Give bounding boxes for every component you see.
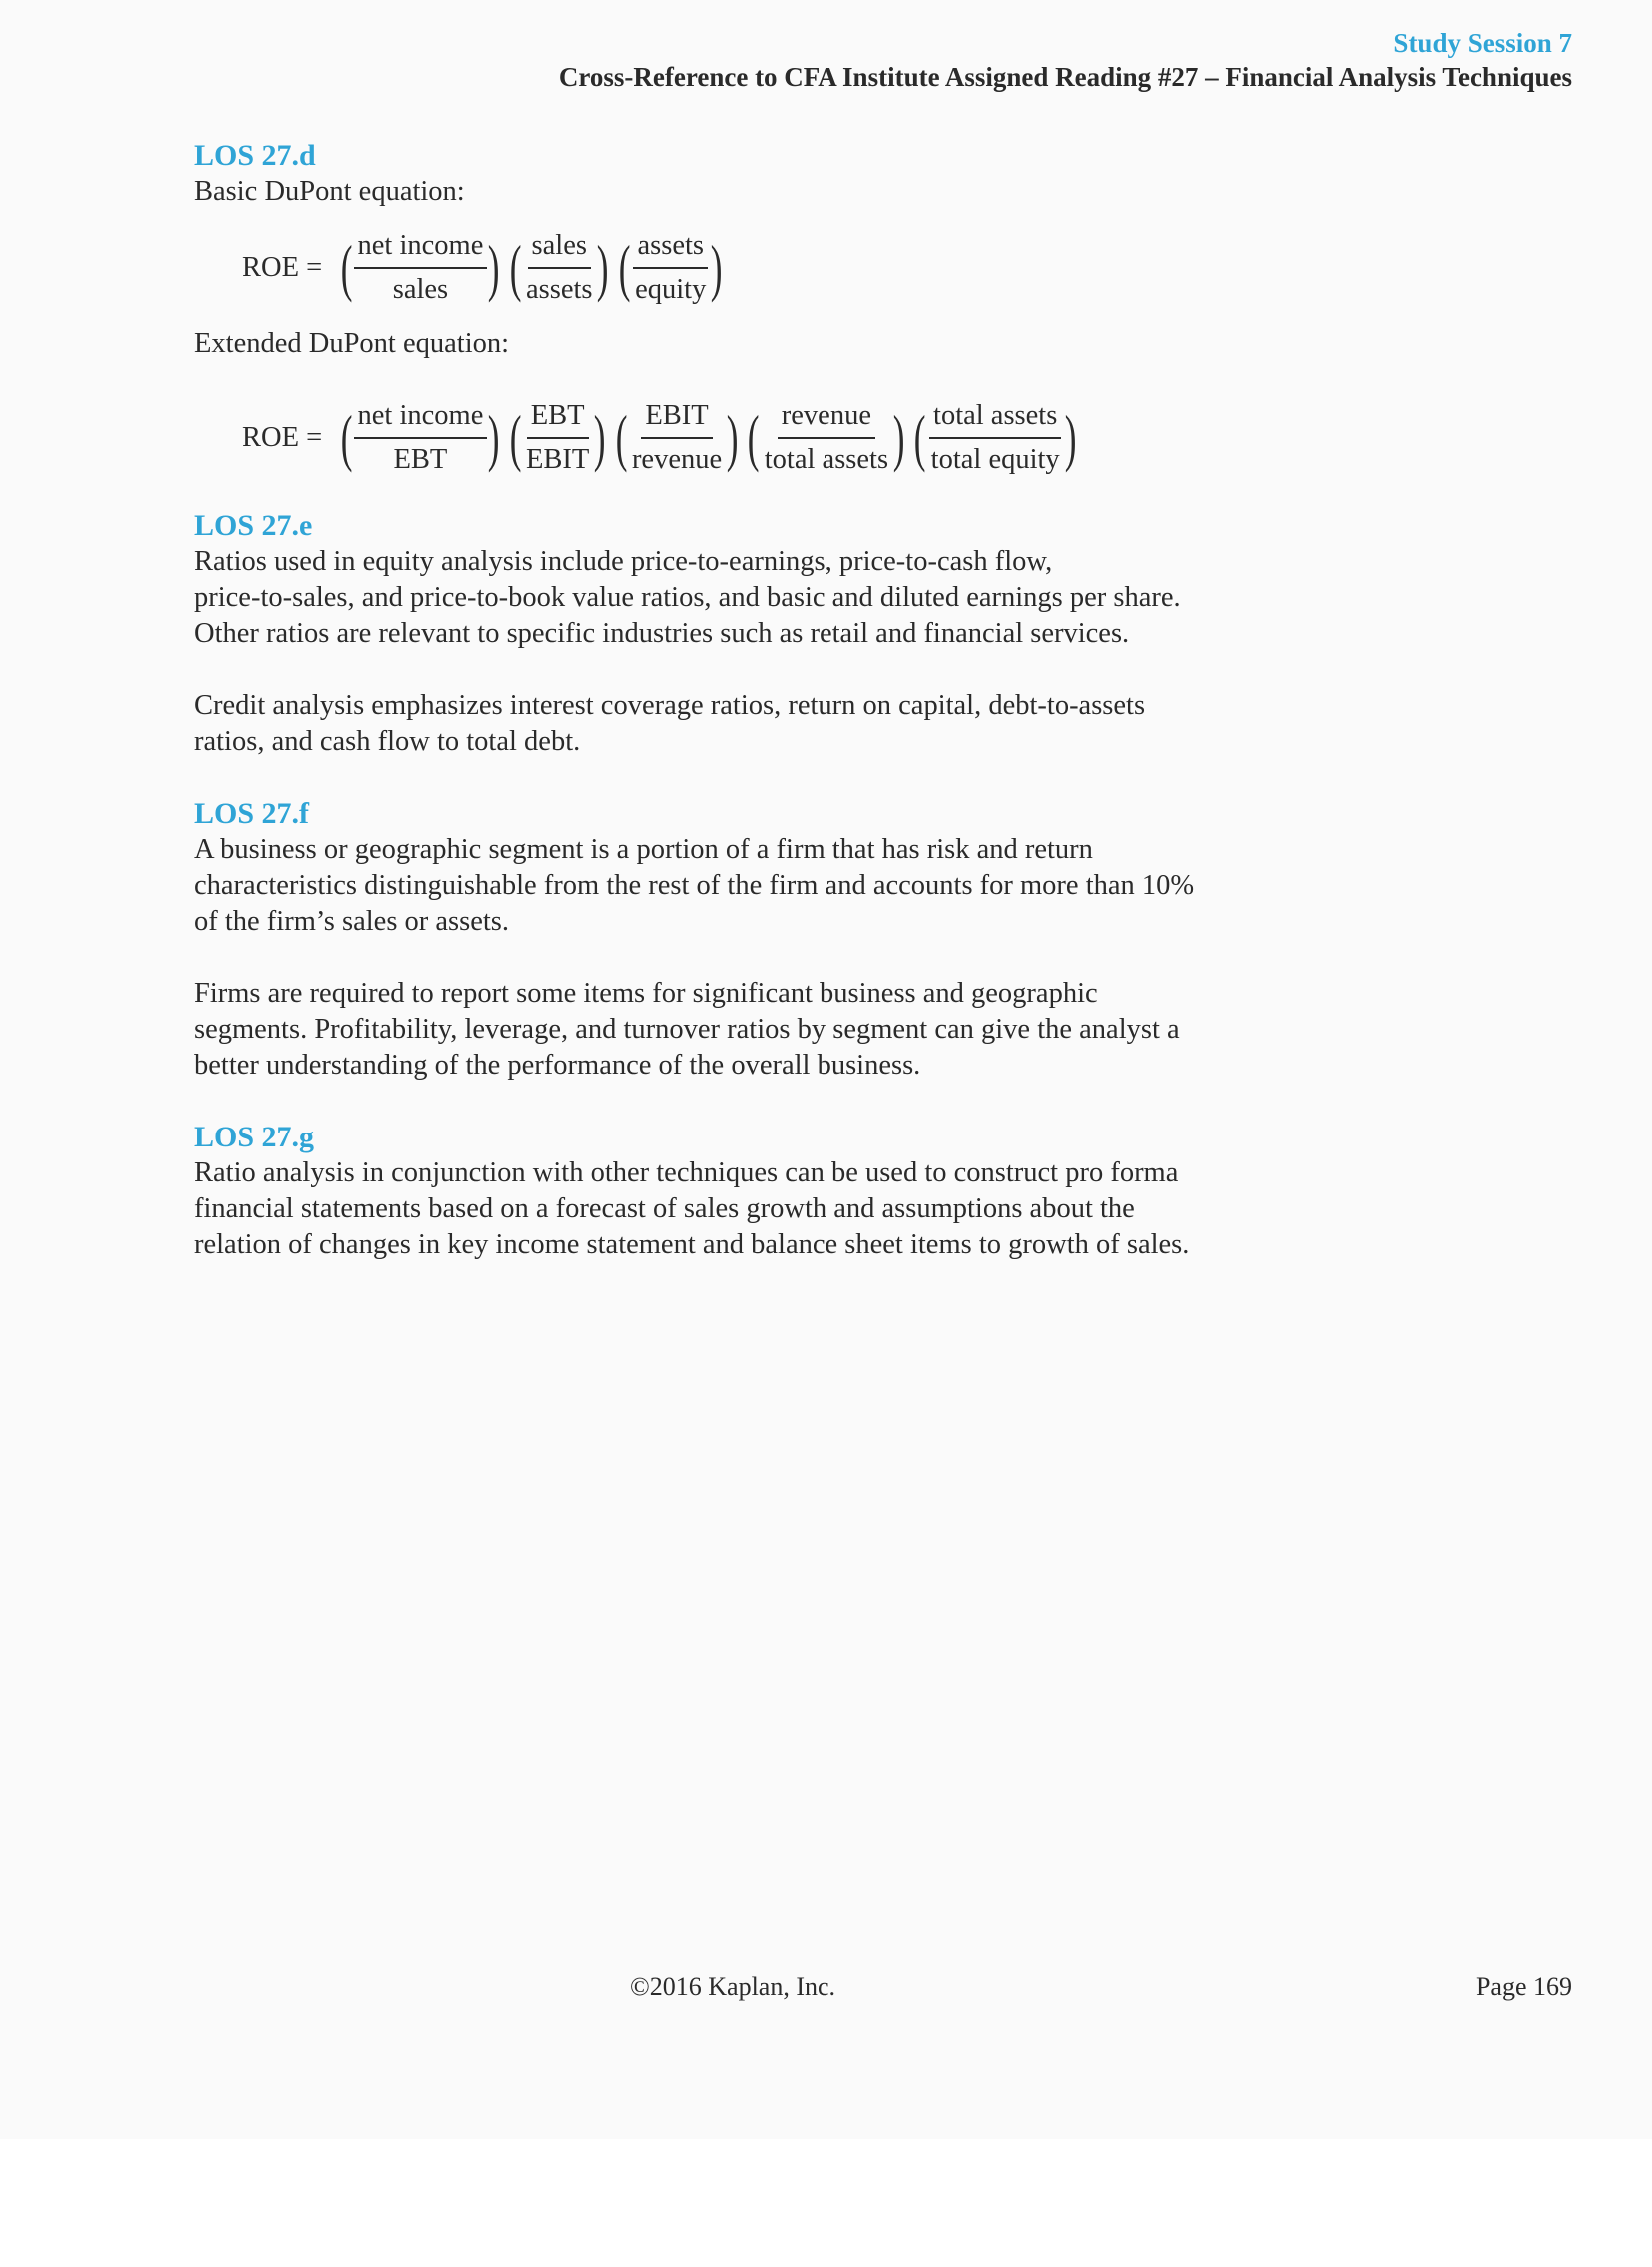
open-paren: ( [509,402,522,473]
basic-dupont-intro: Basic DuPont equation: [194,176,465,207]
fraction-assets-equity: assets equity [631,227,710,309]
fraction-ebit-revenue: EBIT revenue [628,397,726,479]
cross-reference-title: Cross-Reference to CFA Institute Assigne… [558,62,1572,92]
numerator: EBT [526,397,589,439]
denominator: revenue [631,444,723,475]
numerator: revenue [777,397,875,439]
paragraph-line: relation of changes in key income statem… [194,1229,1190,1260]
denominator: EBIT [525,444,590,475]
basic-dupont-equation: ROE = ( net income sales ) ( sales asset… [242,222,1273,314]
paragraph-line: Ratio analysis in conjunction with other… [194,1157,1179,1188]
extended-dupont-equation: ROE = ( net income EBT ) ( EBT EBIT ) ( … [242,392,1273,484]
page-content: LOS 27.d Basic DuPont equation: ROE = ( … [194,138,1273,1263]
fraction-ebt-ebit: EBT EBIT [522,397,593,479]
paragraph-line: ratios, and cash flow to total debt. [194,726,581,757]
close-paren: ) [711,232,723,303]
numerator: assets [633,227,708,269]
numerator: net income [353,397,488,439]
numerator: total assets [929,397,1062,439]
fraction-total-assets-total-equity: total assets total equity [927,397,1064,479]
open-paren: ( [615,402,628,473]
extended-dupont-intro: Extended DuPont equation: [194,328,510,359]
close-paren: ) [892,402,905,473]
fraction-sales-assets: sales assets [522,227,597,309]
open-paren: ( [340,232,353,303]
numerator: EBIT [641,397,713,439]
paragraph-line: better understanding of the performance … [194,1050,921,1081]
study-session-label: Study Session 7 [1393,28,1572,58]
los-heading-27g: LOS 27.g [194,1121,315,1153]
close-paren: ) [597,232,610,303]
close-paren: ) [1064,402,1077,473]
numerator: sales [527,227,591,269]
document-page: Study Session 7 Cross-Reference to CFA I… [0,0,1652,2139]
open-paren: ( [618,232,631,303]
open-paren: ( [914,402,926,473]
denominator: total equity [930,444,1060,475]
paragraph-line: Ratios used in equity analysis include p… [194,546,1053,577]
open-paren: ( [340,402,353,473]
copyright-notice: ©2016 Kaplan, Inc. [630,1972,836,2001]
los-heading-27d: LOS 27.d [194,139,316,172]
extended-roe-label: ROE = [242,422,323,453]
denominator: equity [635,274,707,305]
open-paren: ( [748,402,760,473]
denominator: assets [525,274,593,305]
paragraph-line: A business or geographic segment is a po… [194,834,1093,865]
los-heading-27f: LOS 27.f [194,797,310,830]
paragraph-line: characteristics distinguishable from the… [194,870,1195,901]
open-paren: ( [509,232,522,303]
close-paren: ) [488,232,500,303]
close-paren: ) [594,402,606,473]
paragraph-line: of the firm’s sales or assets. [194,906,510,937]
denominator: total assets [764,444,889,475]
paragraph-line: segments. Profitability, leverage, and t… [194,1014,1180,1045]
los-heading-27e: LOS 27.e [194,509,313,542]
denominator: EBT [393,444,448,475]
fraction-net-income-sales: net income sales [353,227,488,309]
close-paren: ) [726,402,739,473]
paragraph-line: Firms are required to report some items … [194,978,1098,1009]
basic-roe-label: ROE = [242,252,323,283]
paragraph-line: Other ratios are relevant to specific in… [194,618,1130,649]
paragraph-line: financial statements based on a forecast… [194,1193,1135,1224]
close-paren: ) [488,402,500,473]
page-number: Page 169 [1475,1972,1572,2001]
denominator: sales [392,274,449,305]
numerator: net income [353,227,488,269]
fraction-revenue-total-assets: revenue total assets [761,397,892,479]
paragraph-line: price-to-sales, and price-to-book value … [194,582,1181,613]
fraction-net-income-ebt: net income EBT [353,397,488,479]
paragraph-line: Credit analysis emphasizes interest cove… [194,690,1146,721]
